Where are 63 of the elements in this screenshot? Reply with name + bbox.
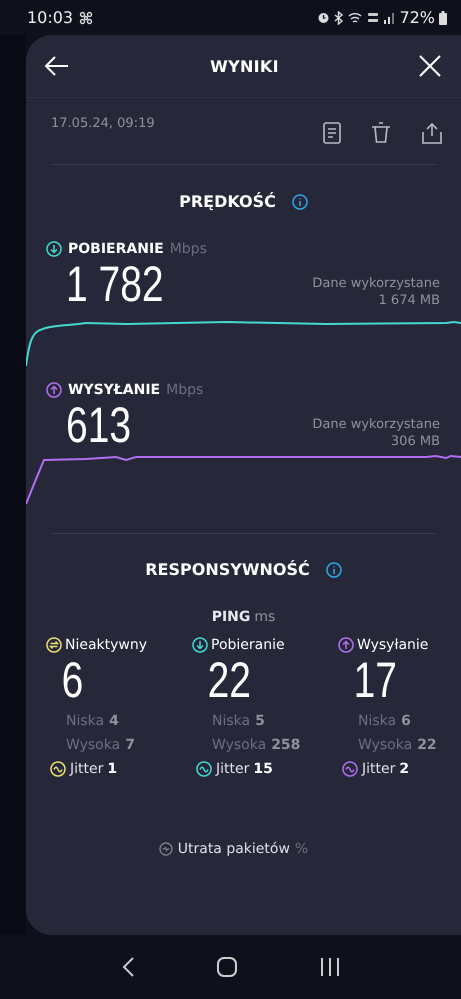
battery-icon	[439, 10, 447, 24]
bluetooth-icon	[334, 10, 344, 24]
metric-label: WYSYŁANIE	[68, 382, 160, 398]
jitter-label: Jitter	[70, 761, 104, 777]
document-icon[interactable]	[323, 122, 341, 144]
high-label: Wysoka	[66, 736, 120, 755]
speed-value: 1 782	[66, 257, 164, 311]
data-used-value: 1 674 MB	[378, 292, 440, 309]
test-date: 17.05.24, 09:19	[51, 116, 155, 133]
metric-label: POBIERANIE	[68, 241, 164, 257]
packet-loss-label: Utrata pakietów	[178, 841, 290, 857]
home-nav-icon[interactable]	[216, 956, 238, 978]
jitter-label: Jitter	[362, 761, 396, 777]
ping-value: 17	[352, 653, 398, 707]
metric-unit: Mbps	[166, 382, 204, 398]
close-button[interactable]	[416, 53, 443, 79]
share-icon[interactable]	[421, 122, 443, 144]
wave-icon	[50, 761, 66, 777]
ping-type-label: Pobieranie	[211, 637, 285, 653]
packet-loss-unit: %	[294, 841, 308, 857]
trash-icon[interactable]	[371, 122, 391, 144]
jitter-value: 2	[399, 761, 410, 777]
high-label: Wysoka	[212, 736, 266, 755]
info-icon[interactable]	[292, 194, 308, 210]
metric-unit: Mbps	[170, 241, 207, 257]
speed-heading: PRĘDKOŚĆ	[179, 192, 276, 211]
data-used-label: Dane wykorzystane	[312, 275, 440, 292]
status-time: 10:03	[27, 8, 74, 27]
low-value: 5	[255, 712, 265, 731]
jitter-value: 15	[253, 761, 273, 777]
high-value: 7	[125, 736, 135, 755]
back-nav-icon[interactable]	[120, 956, 134, 978]
recents-nav-icon[interactable]	[318, 957, 340, 977]
data-used-value: 306 MB	[390, 433, 440, 450]
packet-loss-icon	[158, 842, 173, 856]
ping-type-label: Nieaktywny	[65, 637, 148, 653]
ping-value: 6	[60, 653, 84, 707]
high-value: 258	[271, 736, 300, 755]
alarm-icon	[317, 11, 330, 24]
wifi-icon	[348, 11, 364, 24]
low-value: 6	[401, 712, 411, 731]
responsiveness-heading: RESPONSYWNOŚĆ	[145, 560, 310, 579]
ping-label: PING	[212, 609, 250, 625]
wave-icon	[342, 761, 358, 777]
data-used-label: Dane wykorzystane	[312, 416, 440, 433]
ping-unit: ms	[254, 609, 276, 625]
screen-title: WYNIKI	[210, 56, 279, 76]
high-label: Wysoka	[358, 736, 412, 755]
ping-value: 22	[206, 653, 252, 707]
low-label: Niska	[66, 712, 104, 731]
battery-level: 72%	[399, 8, 435, 27]
low-value: 4	[109, 712, 119, 731]
jitter-value: 1	[107, 761, 118, 777]
wave-icon	[196, 761, 212, 777]
ping-type-label: Wysyłanie	[357, 637, 428, 653]
low-label: Niska	[212, 712, 250, 731]
speed-value: 613	[66, 398, 132, 452]
jitter-label: Jitter	[216, 761, 250, 777]
high-value: 22	[417, 736, 437, 755]
low-label: Niska	[358, 712, 396, 731]
fan-icon	[79, 10, 94, 24]
signal-icon	[383, 12, 396, 24]
info-icon[interactable]	[326, 562, 342, 578]
